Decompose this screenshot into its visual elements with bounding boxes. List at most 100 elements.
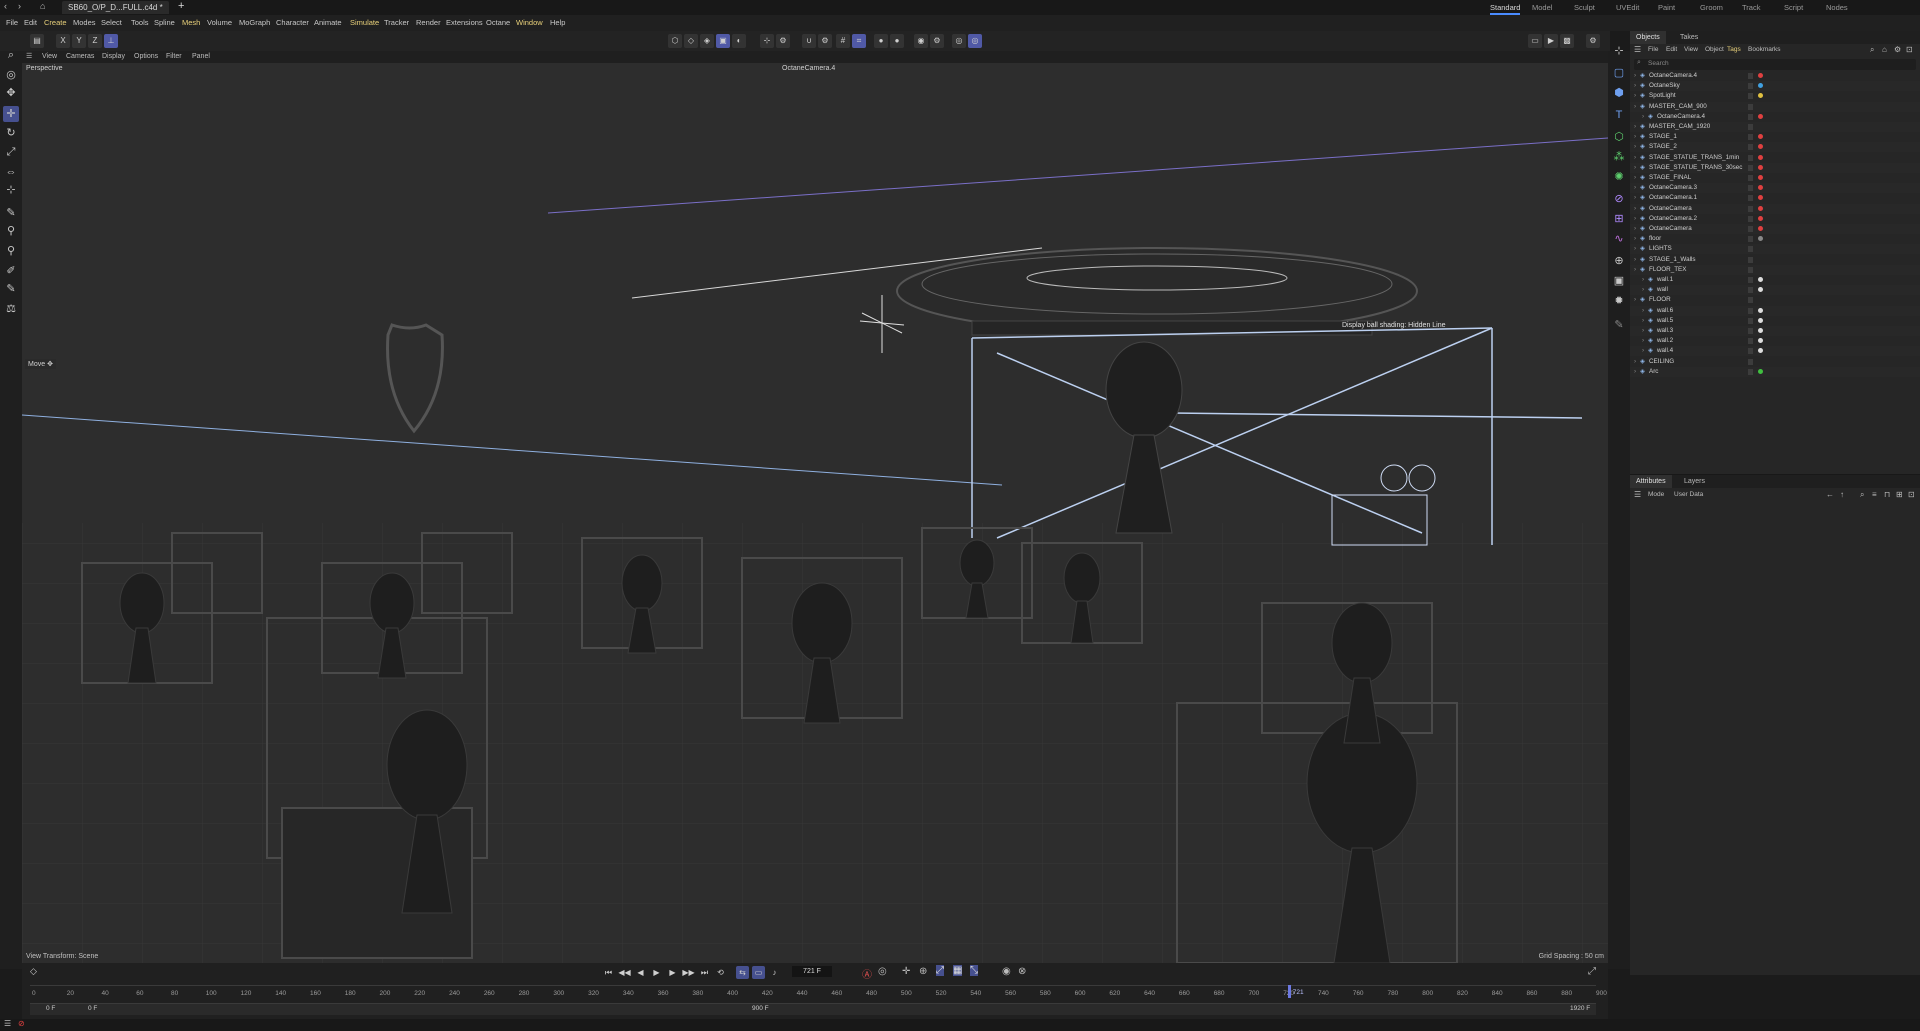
lock-icon[interactable]: ⊓ (1884, 490, 1890, 499)
workspace-tab-paint[interactable]: Paint (1658, 0, 1675, 15)
settings-icon[interactable]: ⚙ (1586, 34, 1600, 48)
expand-arrow-icon[interactable]: › (1634, 163, 1636, 173)
home-icon[interactable]: ⌂ (40, 1, 45, 11)
back-arrow-icon[interactable]: ← (1826, 490, 1834, 499)
point-mode-icon[interactable]: ⬡ (668, 34, 682, 48)
grid-icon[interactable]: # (836, 34, 850, 48)
spline-icon[interactable]: ∿ (1611, 231, 1627, 247)
expand-arrow-icon[interactable]: › (1634, 91, 1636, 101)
object-name[interactable]: OctaneSky (1649, 81, 1680, 91)
object-tag-icon[interactable]: #e04040 (1758, 113, 1763, 119)
tab-objects[interactable]: Objects (1630, 31, 1666, 44)
menu-tracker[interactable]: Tracker (384, 15, 409, 31)
position-key-icon[interactable]: ✛ (902, 966, 910, 977)
expand-arrow-icon[interactable]: › (1642, 316, 1644, 326)
current-frame-field[interactable]: 721 F (792, 966, 832, 977)
visibility-toggle[interactable] (1748, 124, 1753, 130)
object-name[interactable]: STAGE_1_Walls (1649, 255, 1696, 265)
rotation-key-icon[interactable]: ⊕ (919, 966, 927, 977)
workspace-tab-script[interactable]: Script (1784, 0, 1803, 15)
workplane-icon[interactable]: ⌗ (852, 34, 866, 48)
visibility-toggle[interactable] (1748, 103, 1753, 110)
visibility-toggle[interactable] (1748, 338, 1753, 345)
visibility-toggle[interactable] (1748, 246, 1753, 253)
object-row[interactable]: › ◈ STAGE_FINAL #e04040 (1630, 173, 1920, 183)
object-row[interactable]: › ◈ Arc #40c040 (1630, 366, 1920, 377)
playhead[interactable] (1287, 985, 1291, 998)
expand-arrow-icon[interactable]: › (1634, 102, 1636, 112)
object-tag-icon[interactable]: #dddddd (1758, 277, 1763, 282)
visibility-toggle[interactable] (1748, 368, 1753, 375)
object-row[interactable]: › ◈ OctaneCamera.3 #e04040 (1630, 183, 1920, 194)
expand-arrow-icon[interactable]: › (1634, 367, 1636, 377)
object-icon[interactable]: ⊹ (1611, 43, 1627, 59)
visibility-toggle[interactable] (1748, 307, 1753, 314)
filter-icon[interactable]: ≡ (1872, 490, 1877, 499)
workspace-tab-track[interactable]: Track (1742, 0, 1760, 15)
object-name[interactable]: OctaneCamera.4 (1649, 71, 1697, 81)
picture-viewer-icon[interactable]: ▩ (1560, 34, 1574, 48)
light-icon[interactable]: ✹ (1611, 293, 1627, 309)
expand-arrow-icon[interactable]: › (1634, 122, 1636, 132)
undo-icon[interactable]: ▤ (30, 34, 44, 48)
keyframe-icon[interactable]: ◇ (30, 966, 37, 977)
menu-volume[interactable]: Volume (207, 15, 232, 31)
object-name[interactable]: wall.3 (1657, 326, 1673, 336)
visibility-toggle[interactable] (1748, 205, 1753, 212)
object-name[interactable]: CEILING (1649, 357, 1674, 367)
menu-create[interactable]: Create (44, 15, 67, 31)
visibility-toggle[interactable] (1748, 73, 1753, 79)
object-name[interactable]: MASTER_CAM_1920 (1649, 122, 1710, 132)
expand-arrow-icon[interactable]: › (1634, 244, 1636, 254)
weight-tool-icon[interactable]: ⚖ (3, 301, 19, 317)
cloner-icon[interactable]: ⁂ (1611, 149, 1627, 165)
pencil-icon[interactable]: ✎ (1611, 317, 1627, 333)
magnet-icon[interactable]: ∪ (802, 34, 816, 48)
visibility-toggle[interactable] (1748, 297, 1753, 304)
object-row[interactable]: › ◈ STAGE_STATUE_TRANS_30sec #e04040 (1630, 162, 1920, 173)
menu-animate[interactable]: Animate (314, 15, 342, 31)
workspace-tab-standard[interactable]: Standard (1490, 0, 1521, 15)
object-name[interactable]: FLOOR (1649, 295, 1671, 305)
back-icon[interactable]: ‹ (4, 1, 7, 11)
objects-menu-tags[interactable]: Tags (1727, 44, 1741, 56)
expand-arrow-icon[interactable]: › (1642, 275, 1644, 285)
object-name[interactable]: wall.4 (1657, 346, 1673, 356)
expand-arrow-icon[interactable]: › (1634, 214, 1636, 224)
preview-range-icon[interactable]: ⇆ (736, 966, 749, 979)
visibility-toggle[interactable] (1748, 215, 1753, 222)
snap-tool-icon[interactable]: ⊹ (3, 182, 19, 198)
range-start-field[interactable]: 0 F (46, 1005, 55, 1012)
active-camera-label[interactable]: OctaneCamera.4 (782, 65, 835, 72)
object-name[interactable]: OctaneCamera.2 (1649, 214, 1697, 224)
object-tag-icon[interactable]: #dddddd (1758, 287, 1763, 293)
next-frame-icon[interactable]: ▶ (666, 966, 679, 979)
go-to-start-icon[interactable]: ⏮ (602, 966, 615, 979)
objects-menu-edit[interactable]: Edit (1666, 44, 1677, 56)
viewport[interactable]: Perspective OctaneCamera.4 Display ball … (22, 63, 1608, 963)
expand-arrow-icon[interactable]: › (1642, 306, 1644, 316)
expand-arrow-icon[interactable]: › (1634, 81, 1636, 91)
workspace-tab-model[interactable]: Model (1532, 0, 1552, 15)
expand-arrow-icon[interactable]: › (1634, 153, 1636, 163)
workspace-tab-groom[interactable]: Groom (1700, 0, 1723, 15)
object-row[interactable]: › ◈ SpotLight #e0c040 (1630, 91, 1920, 101)
home-icon[interactable]: ⌂ (1882, 45, 1887, 54)
object-row[interactable]: › ◈ STAGE_STATUE_TRANS_1min #e04040 (1630, 153, 1920, 163)
up-arrow-icon[interactable]: ↑ (1840, 490, 1844, 499)
object-name[interactable]: wall (1657, 285, 1668, 295)
range-start-field-2[interactable]: 0 F (88, 1005, 97, 1012)
object-tag-icon[interactable]: #40c040 (1758, 368, 1763, 374)
visibility-toggle[interactable] (1748, 287, 1753, 294)
expand-arrow-icon[interactable]: › (1642, 285, 1644, 295)
object-tag-icon[interactable]: #e04040 (1758, 134, 1763, 140)
axis-y-button[interactable]: Y (72, 34, 86, 48)
axis-x-button[interactable]: X (56, 34, 70, 48)
object-row[interactable]: › ◈ STAGE_2 #e04040 (1630, 142, 1920, 153)
search-icon[interactable]: ⌕ (1870, 45, 1874, 55)
object-row[interactable]: › ◈ OctaneCamera.2 #e04040 (1630, 214, 1920, 224)
expand-arrow-icon[interactable]: › (1634, 234, 1636, 244)
object-name[interactable]: STAGE_STATUE_TRANS_30sec (1649, 163, 1742, 173)
range-end-field[interactable]: 1920 F (1570, 1005, 1590, 1012)
object-row[interactable]: › ◈ MASTER_CAM_1920 (1630, 122, 1920, 132)
